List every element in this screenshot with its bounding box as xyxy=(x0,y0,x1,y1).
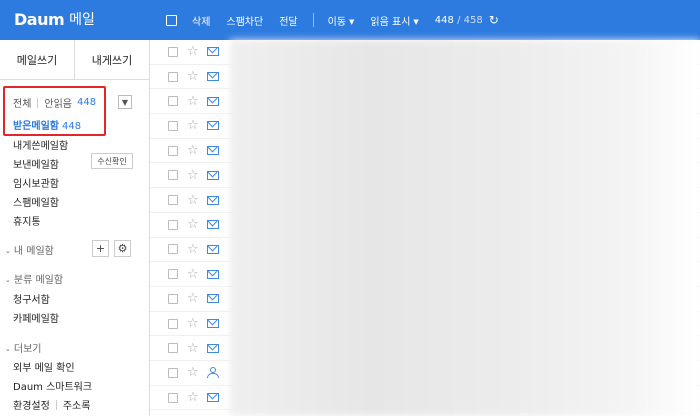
folder-dropdown-button[interactable]: ▼ xyxy=(118,95,132,109)
write-mail-button[interactable]: 메일쓰기 xyxy=(0,40,75,79)
mail-row-checkbox[interactable] xyxy=(168,145,178,156)
mark-read-dropdown[interactable]: 읽음 표시 ▼ xyxy=(370,13,418,28)
mail-row-checkbox[interactable] xyxy=(168,71,178,82)
star-icon[interactable]: ☆ xyxy=(187,69,201,84)
mail-row-checkbox[interactable] xyxy=(168,219,178,230)
envelope-icon xyxy=(207,294,219,304)
envelope-icon xyxy=(207,170,219,180)
star-icon[interactable]: ☆ xyxy=(187,341,201,356)
annotation-highlight-box xyxy=(3,86,106,136)
mail-row-checkbox[interactable] xyxy=(168,343,178,354)
mail-row-checkbox[interactable] xyxy=(168,244,178,255)
envelope-icon xyxy=(207,269,219,279)
envelope-icon xyxy=(207,96,219,106)
refresh-icon[interactable]: ↻ xyxy=(489,13,499,27)
star-icon[interactable]: ☆ xyxy=(187,143,201,158)
star-icon[interactable]: ☆ xyxy=(187,242,201,257)
delete-button[interactable]: 삭제 xyxy=(192,13,210,28)
mail-row-checkbox[interactable] xyxy=(168,392,178,403)
forward-button[interactable]: 전달 xyxy=(279,13,297,28)
star-icon[interactable]: ☆ xyxy=(187,365,201,380)
sidebar-item-spam[interactable]: 스팸메일함 xyxy=(13,194,59,209)
sidebar-item-drafts[interactable]: 임시보관함 xyxy=(13,175,59,190)
link-divider xyxy=(55,399,57,410)
star-icon[interactable]: ☆ xyxy=(187,193,201,208)
star-icon[interactable]: ☆ xyxy=(187,94,201,109)
mail-row-checkbox[interactable] xyxy=(168,120,178,131)
envelope-icon xyxy=(207,72,219,82)
mail-list: ☆ ☆ ☆ ☆ ☆ ☆ ☆ ☆ ☆ ☆ ☆ ☆ ☆ ☆ ☆ xyxy=(150,40,700,416)
envelope-icon xyxy=(207,195,219,205)
write-to-me-button[interactable]: 내게쓰기 xyxy=(75,40,149,79)
smartwork-link[interactable]: Daum 스마트워크 xyxy=(13,378,92,393)
sidebar-item-bills[interactable]: 청구서함 xyxy=(13,291,50,306)
folder-settings-button[interactable]: ⚙ xyxy=(114,240,131,257)
sidebar-item-cafe[interactable]: 카페메일함 xyxy=(13,310,59,325)
star-icon[interactable]: ☆ xyxy=(187,168,201,183)
star-icon[interactable]: ☆ xyxy=(187,44,201,59)
envelope-icon xyxy=(207,244,219,254)
mail-row-checkbox[interactable] xyxy=(168,269,178,280)
chevron-down-icon: ⌄ xyxy=(5,276,11,284)
mail-row-checkbox[interactable] xyxy=(168,293,178,304)
total-count: 458 xyxy=(463,14,483,26)
spam-block-button[interactable]: 스팸차단 xyxy=(226,13,263,28)
sidebar-item-trash[interactable]: 휴지통 xyxy=(13,213,41,228)
add-folder-button[interactable]: + xyxy=(92,240,109,257)
external-mail-link[interactable]: 외부 메일 확인 xyxy=(13,359,75,374)
toolbar-divider xyxy=(312,13,314,27)
sidebar-item-sent[interactable]: 보낸메일함 xyxy=(13,156,59,171)
mail-row-checkbox[interactable] xyxy=(168,170,178,181)
envelope-icon xyxy=(207,343,219,353)
envelope-icon xyxy=(207,393,219,403)
chevron-down-icon: ⌄ xyxy=(5,247,11,255)
chevron-down-icon: ⌄ xyxy=(5,345,11,353)
select-all-checkbox[interactable] xyxy=(166,14,177,26)
envelope-icon xyxy=(207,319,219,329)
mail-count: 448 / 458 xyxy=(434,14,483,26)
receipt-check-button[interactable]: 수신확인 xyxy=(91,153,133,169)
person-icon xyxy=(207,367,219,379)
envelope-icon xyxy=(207,146,219,156)
star-icon[interactable]: ☆ xyxy=(187,267,201,282)
gear-icon: ⚙ xyxy=(117,242,128,255)
sidebar: 메일쓰기 내게쓰기 전체 안읽음 448 ▼ 받은메일함 448 내게쓴메일함 보… xyxy=(0,40,150,416)
daum-logo: Daum xyxy=(14,9,65,29)
footer-links: 환경설정 주소록 xyxy=(13,397,90,412)
settings-link[interactable]: 환경설정 xyxy=(13,397,50,412)
chevron-down-icon: ▼ xyxy=(121,97,129,107)
envelope-icon xyxy=(207,220,219,230)
product-name: 메일 xyxy=(69,12,95,28)
mail-row-checkbox[interactable] xyxy=(168,318,178,329)
star-icon[interactable]: ☆ xyxy=(187,390,201,405)
mail-row-checkbox[interactable] xyxy=(168,96,178,107)
envelope-icon xyxy=(207,47,219,57)
category-mailbox-header[interactable]: ⌄ 분류 메일함 xyxy=(5,271,63,286)
mail-toolbar: 삭제 스팸차단 전달 이동 ▼ 읽음 표시 ▼ 448 / 458 ↻ xyxy=(166,0,499,40)
contacts-link[interactable]: 주소록 xyxy=(63,397,91,412)
star-icon[interactable]: ☆ xyxy=(187,316,201,331)
mail-row-checkbox[interactable] xyxy=(168,46,178,57)
blurred-mail-content xyxy=(230,40,700,416)
my-mailbox-header[interactable]: ⌄ 내 메일함 xyxy=(5,242,54,257)
star-icon[interactable]: ☆ xyxy=(187,291,201,306)
chevron-down-icon: ▼ xyxy=(413,17,419,26)
plus-icon: + xyxy=(95,242,106,255)
star-icon[interactable]: ☆ xyxy=(187,217,201,232)
move-dropdown[interactable]: 이동 ▼ xyxy=(328,13,355,28)
top-bar: Daum 메일 삭제 스팸차단 전달 이동 ▼ 읽음 표시 ▼ 448 / 458 … xyxy=(0,0,700,40)
mail-row-checkbox[interactable] xyxy=(168,367,178,378)
star-icon[interactable]: ☆ xyxy=(187,118,201,133)
chevron-down-icon: ▼ xyxy=(349,17,355,26)
compose-bar: 메일쓰기 내게쓰기 xyxy=(0,40,149,80)
envelope-icon xyxy=(207,121,219,131)
sidebar-item-sent-to-me[interactable]: 내게쓴메일함 xyxy=(13,137,68,152)
brand-logo[interactable]: Daum 메일 xyxy=(14,9,95,29)
mail-row-checkbox[interactable] xyxy=(168,195,178,206)
more-header[interactable]: ⌄ 더보기 xyxy=(5,340,41,355)
unread-count: 448 xyxy=(434,14,454,26)
